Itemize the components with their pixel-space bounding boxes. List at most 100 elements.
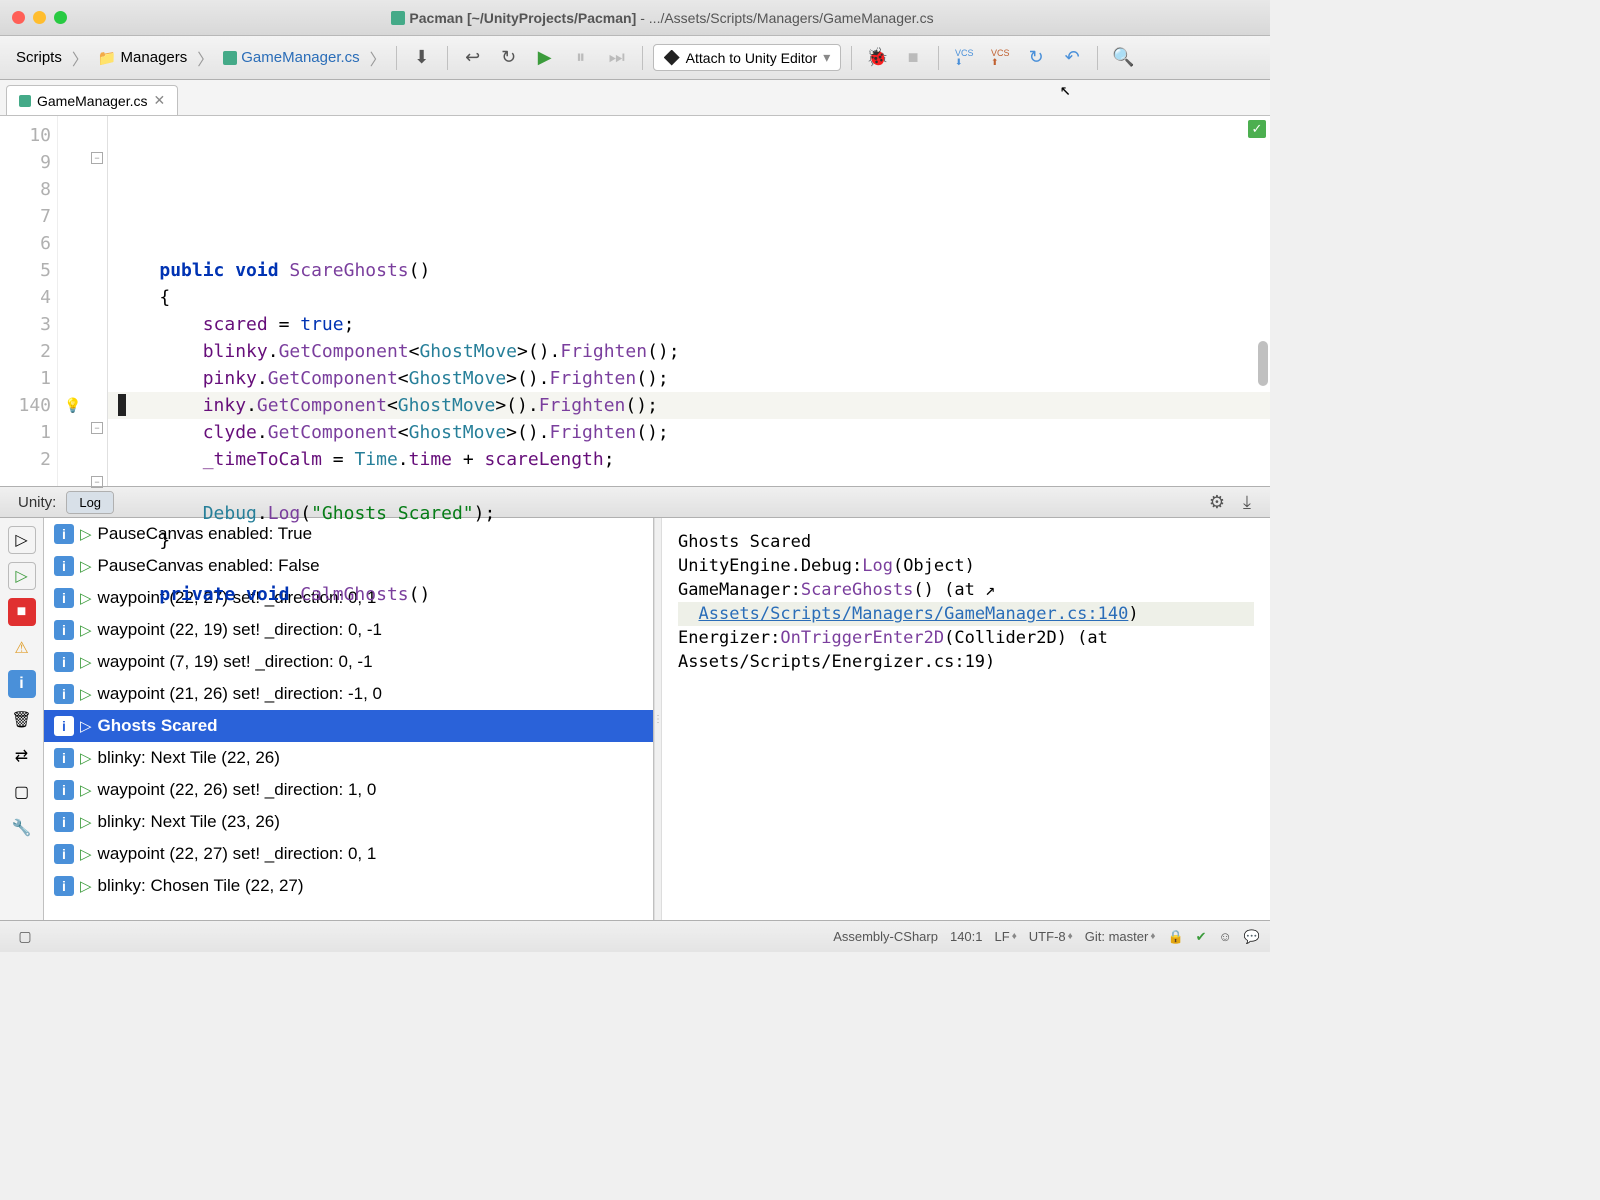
editor-tabs: GameManager.cs ✕ xyxy=(0,80,1270,116)
info-icon: i xyxy=(54,812,74,832)
stop-icon[interactable]: ■ xyxy=(898,43,928,73)
status-bar: ▢ Assembly-CSharp 140:1 LF♦ UTF-8♦ Git: … xyxy=(0,920,1270,952)
layout-icon[interactable]: ▢ xyxy=(8,778,36,806)
tool-windows-icon[interactable]: ▢ xyxy=(10,922,40,952)
pause-button[interactable]: ⏸ xyxy=(566,43,596,73)
play-icon: ▷ xyxy=(80,813,92,831)
fold-handle[interactable]: − xyxy=(91,152,103,164)
log-row[interactable]: i▷Ghosts Scared xyxy=(44,710,653,742)
play-icon: ▷ xyxy=(80,589,92,607)
return-icon[interactable]: ↩ xyxy=(458,43,488,73)
info-icon: i xyxy=(54,684,74,704)
info-icon: i xyxy=(54,556,74,576)
refresh-icon[interactable]: ↻ xyxy=(494,43,524,73)
status-line-ending[interactable]: LF♦ xyxy=(995,929,1017,944)
status-git-branch[interactable]: Git: master♦ xyxy=(1085,929,1156,944)
close-tab-icon[interactable]: ✕ xyxy=(154,92,166,109)
log-row[interactable]: i▷blinky: Next Tile (23, 26) xyxy=(44,806,653,838)
fold-gutter[interactable]: − − − xyxy=(88,116,108,486)
swap-icon[interactable]: ⇄ xyxy=(8,742,36,770)
info-icon: i xyxy=(54,748,74,768)
attach-dropdown[interactable]: Attach to Unity Editor ▾ xyxy=(653,44,842,71)
status-encoding[interactable]: UTF-8♦ xyxy=(1029,929,1073,944)
info-icon: i xyxy=(54,588,74,608)
play-button[interactable]: ▶ xyxy=(530,43,560,73)
play-icon: ▷ xyxy=(80,621,92,639)
fold-handle[interactable]: − xyxy=(91,422,103,434)
log-row[interactable]: i▷waypoint (22, 26) set! _direction: 1, … xyxy=(44,774,653,806)
status-caret-pos[interactable]: 140:1 xyxy=(950,929,983,944)
log-row[interactable]: i▷blinky: Next Tile (22, 26) xyxy=(44,742,653,774)
maximize-window-button[interactable] xyxy=(54,11,67,24)
info-icon: i xyxy=(54,780,74,800)
tab-gamemanager[interactable]: GameManager.cs ✕ xyxy=(6,85,178,115)
log-row[interactable]: i▷waypoint (22, 27) set! _direction: 0, … xyxy=(44,838,653,870)
trash-icon[interactable]: 🗑 xyxy=(8,706,36,734)
crumb-scripts[interactable]: Scripts xyxy=(8,45,70,70)
play-icon: ▷ xyxy=(80,557,92,575)
info-filter-icon[interactable]: i xyxy=(8,670,36,698)
log-row[interactable]: i▷waypoint (7, 19) set! _direction: 0, -… xyxy=(44,646,653,678)
crumb-managers[interactable]: 📁Managers xyxy=(90,45,195,71)
play-icon: ▷ xyxy=(80,749,92,767)
log-row[interactable]: i▷blinky: Chosen Tile (22, 27) xyxy=(44,870,653,902)
cs-file-icon xyxy=(391,11,405,25)
close-window-button[interactable] xyxy=(12,11,25,24)
info-icon: i xyxy=(54,716,74,736)
search-icon[interactable]: 🔍 xyxy=(1108,43,1138,73)
chevron-right-icon: 〉 xyxy=(197,46,213,70)
info-icon: i xyxy=(54,876,74,896)
fold-handle[interactable]: − xyxy=(91,476,103,488)
stop-filter-icon[interactable]: ■ xyxy=(8,598,36,626)
unity-panel-label: Unity: xyxy=(8,490,66,515)
minimize-window-button[interactable] xyxy=(33,11,46,24)
log-row[interactable]: i▷waypoint (21, 26) set! _direction: -1,… xyxy=(44,678,653,710)
chevron-right-icon: 〉 xyxy=(72,46,88,70)
log-side-toolbar: ▷ ▷ ■ ⚠ i 🗑 ⇄ ▢ 🔧 xyxy=(0,518,44,920)
history-icon[interactable]: ↻ xyxy=(1021,43,1051,73)
panel-tabs: Log xyxy=(66,491,114,514)
play-icon: ▷ xyxy=(80,685,92,703)
text-caret xyxy=(118,394,126,416)
inspector-face-icon[interactable]: ☺ xyxy=(1219,929,1232,944)
unity-icon xyxy=(664,50,680,66)
expand-up-icon[interactable]: ▷ xyxy=(8,526,36,554)
vcs-commit-icon[interactable]: VCS⬆ xyxy=(985,43,1015,73)
run-icon[interactable]: ▷ xyxy=(8,562,36,590)
play-icon: ▷ xyxy=(80,653,92,671)
analysis-ok-icon[interactable]: ✔ xyxy=(1196,929,1207,945)
warning-filter-icon[interactable]: ⚠ xyxy=(8,634,36,662)
play-icon: ▷ xyxy=(80,845,92,863)
cs-file-icon xyxy=(19,95,31,107)
vcs-update-icon[interactable]: VCS⬇ xyxy=(949,43,979,73)
breadcrumb: Scripts 〉 📁Managers 〉 GameManager.cs 〉 xyxy=(8,45,386,71)
inspection-ok-icon[interactable]: ✓ xyxy=(1248,120,1266,138)
log-tab[interactable]: Log xyxy=(67,492,113,513)
log-row[interactable]: i▷waypoint (22, 19) set! _direction: 0, … xyxy=(44,614,653,646)
step-button[interactable]: ⏭ xyxy=(602,43,632,73)
code-area[interactable]: public void ScareGhosts() { scared = tru… xyxy=(108,116,1270,486)
code-editor[interactable]: 10 9 8 7 6 5 4 3 2 1 140 1 2 💡 − − − pub… xyxy=(0,116,1270,486)
lock-icon[interactable]: 🔒 xyxy=(1167,929,1183,945)
info-icon: i xyxy=(54,620,74,640)
play-icon: ▷ xyxy=(80,781,92,799)
info-icon: i xyxy=(54,844,74,864)
build-icon[interactable]: ⬇ xyxy=(407,43,437,73)
lightbulb-icon[interactable]: 💡 xyxy=(58,392,88,419)
status-assembly[interactable]: Assembly-CSharp xyxy=(833,929,938,944)
debug-icon[interactable]: 🐞 xyxy=(862,43,892,73)
chevron-right-icon: 〉 xyxy=(370,46,386,70)
crumb-current-file[interactable]: GameManager.cs xyxy=(215,45,367,70)
line-gutter[interactable]: 10 9 8 7 6 5 4 3 2 1 140 1 2 xyxy=(0,116,58,486)
cs-file-icon xyxy=(223,51,237,65)
wrench-icon[interactable]: 🔧 xyxy=(8,814,36,842)
window-controls xyxy=(12,11,67,24)
icon-gutter: 💡 xyxy=(58,116,88,486)
tab-label: GameManager.cs xyxy=(37,93,148,109)
folder-icon: 📁 xyxy=(98,49,117,67)
window-title: Pacman [~/UnityProjects/Pacman] - .../As… xyxy=(67,10,1258,26)
chevron-down-icon: ▾ xyxy=(823,49,830,66)
undo-icon[interactable]: ↶ xyxy=(1057,43,1087,73)
info-icon: i xyxy=(54,524,74,544)
feedback-icon[interactable]: 💬 xyxy=(1244,929,1260,945)
